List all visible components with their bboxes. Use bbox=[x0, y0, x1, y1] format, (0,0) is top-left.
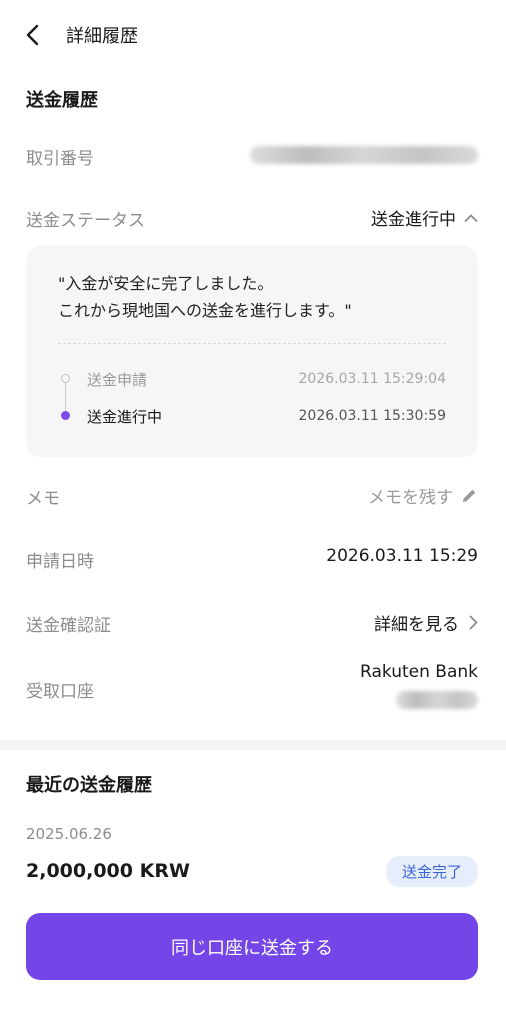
recent-section-title: 最近の送金履歴 bbox=[26, 775, 152, 796]
timeline-step-label: 送金申請 bbox=[87, 371, 148, 389]
view-certificate-button[interactable]: 詳細を見る bbox=[374, 610, 478, 635]
timeline-step-time: 2026.03.11 15:30:59 bbox=[298, 408, 447, 424]
status-detail-card: "入金が安全に完了しました。 これから現地国への送金を進行します。" 送金申請 … bbox=[26, 246, 478, 457]
account-number-redacted bbox=[396, 691, 478, 709]
back-button[interactable] bbox=[18, 20, 48, 50]
pencil-icon bbox=[463, 489, 476, 502]
app-header: 詳細履歴 bbox=[0, 0, 506, 70]
status-badge: 送金完了 bbox=[385, 856, 478, 887]
card-divider bbox=[58, 343, 446, 344]
receiving-bank-name: Rakuten Bank bbox=[360, 662, 478, 682]
status-message: "入金が安全に完了しました。 これから現地国への送金を進行します。" bbox=[58, 270, 352, 324]
transfer-status-label: 送金ステータス bbox=[26, 211, 145, 231]
recent-transfer-amount: 2,000,000 KRW bbox=[26, 860, 190, 882]
status-message-line-2: これから現地国への送金を進行します。" bbox=[58, 301, 352, 320]
transfer-status-value: 送金進行中 bbox=[371, 210, 456, 230]
status-collapse-toggle[interactable]: 送金進行中 bbox=[371, 205, 478, 230]
receiving-account-label: 受取口座 bbox=[26, 682, 94, 702]
request-date-label: 申請日時 bbox=[26, 552, 94, 572]
section-divider bbox=[0, 740, 506, 750]
chevron-right-icon bbox=[469, 615, 478, 630]
transaction-number-value-redacted bbox=[250, 146, 478, 164]
timeline-step-label: 送金進行中 bbox=[87, 408, 163, 426]
transfer-certificate-label: 送金確認証 bbox=[26, 616, 111, 636]
memo-label: メモ bbox=[26, 489, 60, 509]
chevron-left-icon bbox=[26, 24, 39, 46]
timeline-step-time: 2026.03.11 15:29:04 bbox=[298, 371, 447, 387]
transaction-number-label: 取引番号 bbox=[26, 149, 94, 169]
timeline-dot-active bbox=[61, 411, 70, 420]
timeline-dot-inactive bbox=[61, 374, 70, 383]
page-title: 詳細履歴 bbox=[66, 26, 138, 47]
status-message-line-1: "入金が安全に完了しました。 bbox=[58, 274, 274, 293]
view-certificate-label: 詳細を見る bbox=[374, 615, 459, 635]
recent-transfer-date: 2025.06.26 bbox=[26, 825, 112, 843]
add-memo-label: メモを残す bbox=[368, 488, 453, 508]
chevron-up-icon bbox=[464, 214, 478, 222]
add-memo-button[interactable]: メモを残す bbox=[368, 483, 478, 508]
send-to-same-account-button[interactable]: 同じ口座に送金する bbox=[26, 913, 478, 980]
transfer-section-title: 送金履歴 bbox=[26, 90, 98, 111]
request-date-value: 2026.03.11 15:29 bbox=[326, 546, 478, 566]
